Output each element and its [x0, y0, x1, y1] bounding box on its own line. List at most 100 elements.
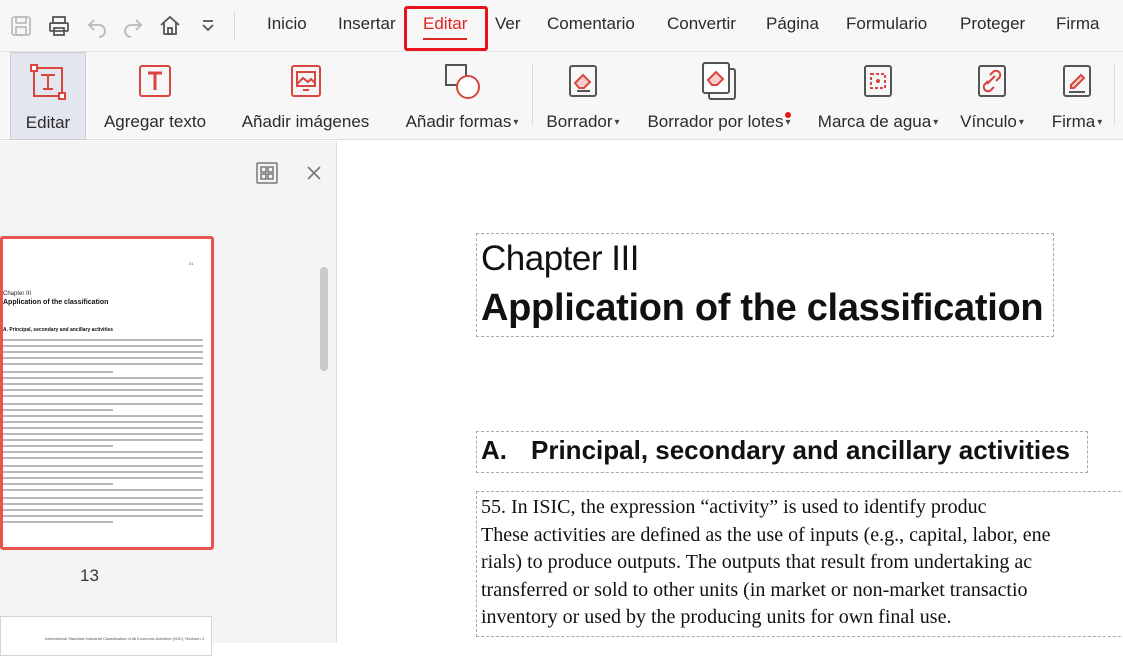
batch-eraser-caret-icon: ▾	[785, 116, 791, 128]
paragraph-line: inventory or used by the producing units…	[481, 606, 952, 628]
menu-convertir[interactable]: Convertir	[667, 14, 736, 34]
thumbnail-chapter: Chapter III	[3, 291, 32, 297]
thumbnail-text-line	[3, 451, 203, 453]
thumbnail-text-line	[3, 521, 113, 523]
thumbnail-options-icon[interactable]	[254, 160, 280, 186]
menu-pagina[interactable]: Página	[766, 14, 819, 34]
scrollbar[interactable]	[320, 267, 328, 371]
add-shapes-label: Añadir formas	[405, 112, 512, 131]
page-thumbnail-14[interactable]: International Standard Industrial Classi…	[0, 616, 212, 656]
thumbnail-text-line	[3, 509, 203, 511]
section-heading: A. Principal, secondary and ancillary act…	[481, 435, 1070, 466]
watermark-icon	[858, 60, 898, 102]
thumbnail-text-line	[3, 503, 203, 505]
section-title: Principal, secondary and ancillary activ…	[531, 435, 1071, 465]
thumbnail-text-line	[3, 515, 203, 517]
thumbnail-text-line	[3, 415, 203, 417]
edit-icon	[28, 61, 68, 103]
menu-comentario[interactable]: Comentario	[547, 14, 635, 34]
link-caret-icon: ▾	[1018, 116, 1024, 128]
menu-ver[interactable]: Ver	[495, 14, 521, 34]
thumbnail-text-line	[3, 371, 113, 373]
thumbnail-title: Application of the classification	[3, 299, 109, 306]
signature-label: Firma	[1051, 112, 1096, 131]
thumbnail-page-label: 31	[189, 261, 194, 266]
eraser-button[interactable]: Borrador ▾	[540, 52, 626, 140]
thumbnail-header: International Standard Industrial Classi…	[45, 636, 204, 641]
link-icon	[972, 60, 1012, 102]
thumbnail-text-line	[3, 445, 113, 447]
link-label: Vínculo	[960, 112, 1017, 131]
thumbnail-text-line	[3, 439, 203, 441]
eraser-icon	[563, 60, 603, 102]
thumbnail-text-line	[3, 421, 203, 423]
thumbnail-text-line	[3, 357, 203, 359]
signature-icon	[1057, 60, 1097, 102]
save-icon[interactable]	[8, 13, 34, 39]
thumbnail-text-line	[3, 477, 203, 479]
thumbnail-text-line	[3, 383, 203, 385]
new-feature-dot	[785, 112, 791, 118]
thumbnail-panel: 31 Chapter III Application of the classi…	[0, 141, 337, 656]
signature-caret-icon: ▾	[1097, 116, 1103, 128]
undo-icon[interactable]	[84, 13, 110, 39]
customize-dropdown-icon[interactable]	[195, 13, 221, 39]
print-icon[interactable]	[46, 13, 72, 39]
watermark-caret-icon: ▾	[933, 116, 939, 128]
section-letter: A.	[481, 435, 507, 465]
thumbnail-text-line	[3, 339, 203, 341]
thumbnail-text-line	[3, 351, 203, 353]
paragraph-line: These activities are defined as the use …	[481, 523, 1051, 546]
thumbnail-text-line	[3, 389, 203, 391]
signature-button[interactable]: Firma ▾	[1044, 52, 1110, 140]
thumbnail-text-line	[3, 465, 203, 467]
paragraph-line: 55. In ISIC, the expression “activity” i…	[481, 496, 987, 518]
add-text-icon	[135, 60, 175, 102]
add-shapes-caret-icon: ▾	[513, 116, 519, 128]
page-thumbnail-13[interactable]: 31 Chapter III Application of the classi…	[0, 236, 214, 550]
thumbnail-text-line	[3, 457, 203, 459]
thumbnail-text-line	[3, 363, 203, 365]
eraser-caret-icon: ▾	[614, 116, 620, 128]
thumbnail-text-line	[3, 345, 203, 347]
menu-insertar[interactable]: Insertar	[338, 14, 396, 34]
watermark-label: Marca de agua	[817, 112, 932, 131]
add-image-icon	[286, 60, 326, 102]
menu-formulario[interactable]: Formulario	[846, 14, 927, 34]
ribbon-toolbar: Editar Agregar texto Añadir imágenes Aña…	[0, 52, 1123, 140]
menu-inicio[interactable]: Inicio	[267, 14, 307, 34]
document-view[interactable]: Chapter III Application of the classific…	[338, 141, 1123, 643]
edit-tool-button[interactable]: Editar	[10, 52, 86, 140]
add-text-button[interactable]: Agregar texto	[100, 52, 210, 140]
add-images-label: Añadir imágenes	[241, 112, 370, 131]
close-icon[interactable]	[301, 160, 327, 186]
home-icon[interactable]	[157, 13, 183, 39]
batch-eraser-button[interactable]: Borrador por lotes ▾	[638, 52, 800, 140]
link-button[interactable]: Vínculo ▾	[954, 52, 1030, 140]
thumbnail-text-line	[3, 377, 203, 379]
quick-access-separator	[234, 12, 235, 40]
thumbnail-text-line	[3, 471, 203, 473]
ribbon-separator	[532, 64, 533, 126]
batch-eraser-icon	[699, 60, 739, 102]
page-title: Application of the classification	[481, 287, 1044, 329]
thumbnail-section: A. Principal, secondary and ancillary ac…	[3, 327, 114, 333]
add-images-button[interactable]: Añadir imágenes	[238, 52, 373, 140]
menu-proteger[interactable]: Proteger	[960, 14, 1025, 34]
thumbnail-text-line	[3, 395, 203, 397]
thumbnail-text-line	[3, 497, 203, 499]
thumbnail-text-line	[3, 433, 203, 435]
thumbnail-text-line	[3, 427, 203, 429]
edit-tool-label: Editar	[25, 113, 71, 132]
add-shapes-button[interactable]: Añadir formas ▾	[398, 52, 526, 140]
batch-eraser-label: Borrador por lotes	[647, 112, 784, 131]
paragraph: 55. In ISIC, the expression “activity” i…	[481, 494, 1123, 632]
watermark-button[interactable]: Marca de agua ▾	[812, 52, 944, 140]
redo-icon[interactable]	[120, 13, 146, 39]
thumbnail-page-number: 13	[80, 566, 99, 585]
highlight-annotation-box	[404, 6, 488, 51]
thumbnail-text-line	[3, 403, 203, 405]
menu-bar: Inicio Insertar Editar Ver Comentario Co…	[0, 0, 1123, 52]
thumbnail-text-line	[3, 409, 113, 411]
menu-firma[interactable]: Firma	[1056, 14, 1099, 34]
